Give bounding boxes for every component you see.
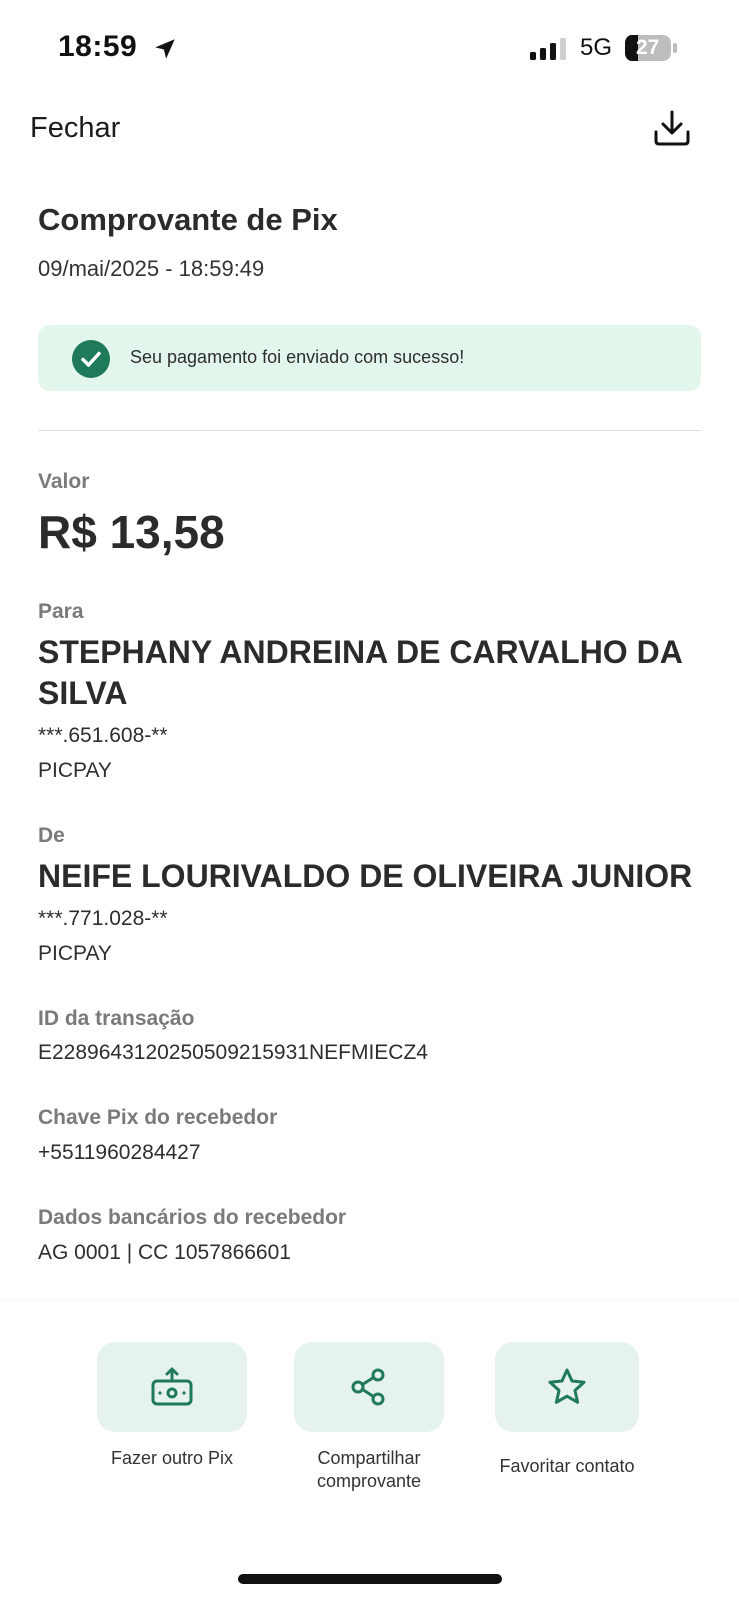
share-icon <box>351 1368 385 1406</box>
pix-key-label: Chave Pix do recebedor <box>38 1106 278 1129</box>
sender-label: De <box>38 824 65 847</box>
star-icon <box>548 1368 586 1404</box>
recipient-institution: PICPAY <box>38 759 112 782</box>
network-type: 5G <box>580 34 613 61</box>
location-arrow-icon <box>155 39 175 59</box>
transaction-id-label: ID da transação <box>38 1007 195 1030</box>
download-icon[interactable] <box>652 108 692 148</box>
share-receipt-label: Compartilhar comprovante <box>316 1448 422 1491</box>
receipt-datetime: 09/mai/2025 - 18:59:49 <box>38 256 265 281</box>
new-pix-label: Fazer outro Pix <box>110 1448 234 1468</box>
money-transfer-icon <box>151 1367 193 1406</box>
new-pix-button[interactable] <box>97 1342 247 1432</box>
pix-key: +5511960284427 <box>38 1141 201 1164</box>
favorite-contact-label: Favoritar contato <box>499 1456 635 1476</box>
success-message: Seu pagamento foi enviado com sucesso! <box>130 347 465 367</box>
amount-label: Valor <box>38 470 90 493</box>
favorite-contact-button[interactable] <box>495 1342 639 1432</box>
amount-value: R$ 13,58 <box>38 506 225 558</box>
recipient-label: Para <box>38 600 84 623</box>
sender-document: ***.771.028-** <box>38 907 168 930</box>
check-circle-icon <box>72 340 110 378</box>
recipient-name: STEPHANY ANDREINA DE CARVALHO DA SILVA <box>38 634 682 711</box>
status-time: 18:59 <box>58 30 138 63</box>
divider <box>38 430 701 431</box>
bank-data: AG 0001 | CC 1057866601 <box>38 1241 291 1264</box>
success-banner: Seu pagamento foi enviado com sucesso! <box>38 325 701 391</box>
share-receipt-button[interactable] <box>294 1342 444 1432</box>
recipient-document: ***.651.608-** <box>38 724 168 747</box>
close-button[interactable]: Fechar <box>30 112 120 145</box>
bank-data-label: Dados bancários do recebedor <box>38 1206 347 1229</box>
cellular-signal-icon <box>530 38 566 60</box>
transaction-id: E22896431202505092159​31NEFMIECZ4 <box>38 1041 428 1064</box>
battery-icon: 27 <box>624 34 678 62</box>
page-title: Comprovante de Pix <box>38 202 338 237</box>
sender-institution: PICPAY <box>38 942 112 965</box>
sender-name: NEIFE LOURIVALDO DE OLIVEIRA JUNIOR <box>38 858 693 894</box>
home-indicator[interactable] <box>238 1574 502 1584</box>
battery-level: 27 <box>636 36 660 59</box>
